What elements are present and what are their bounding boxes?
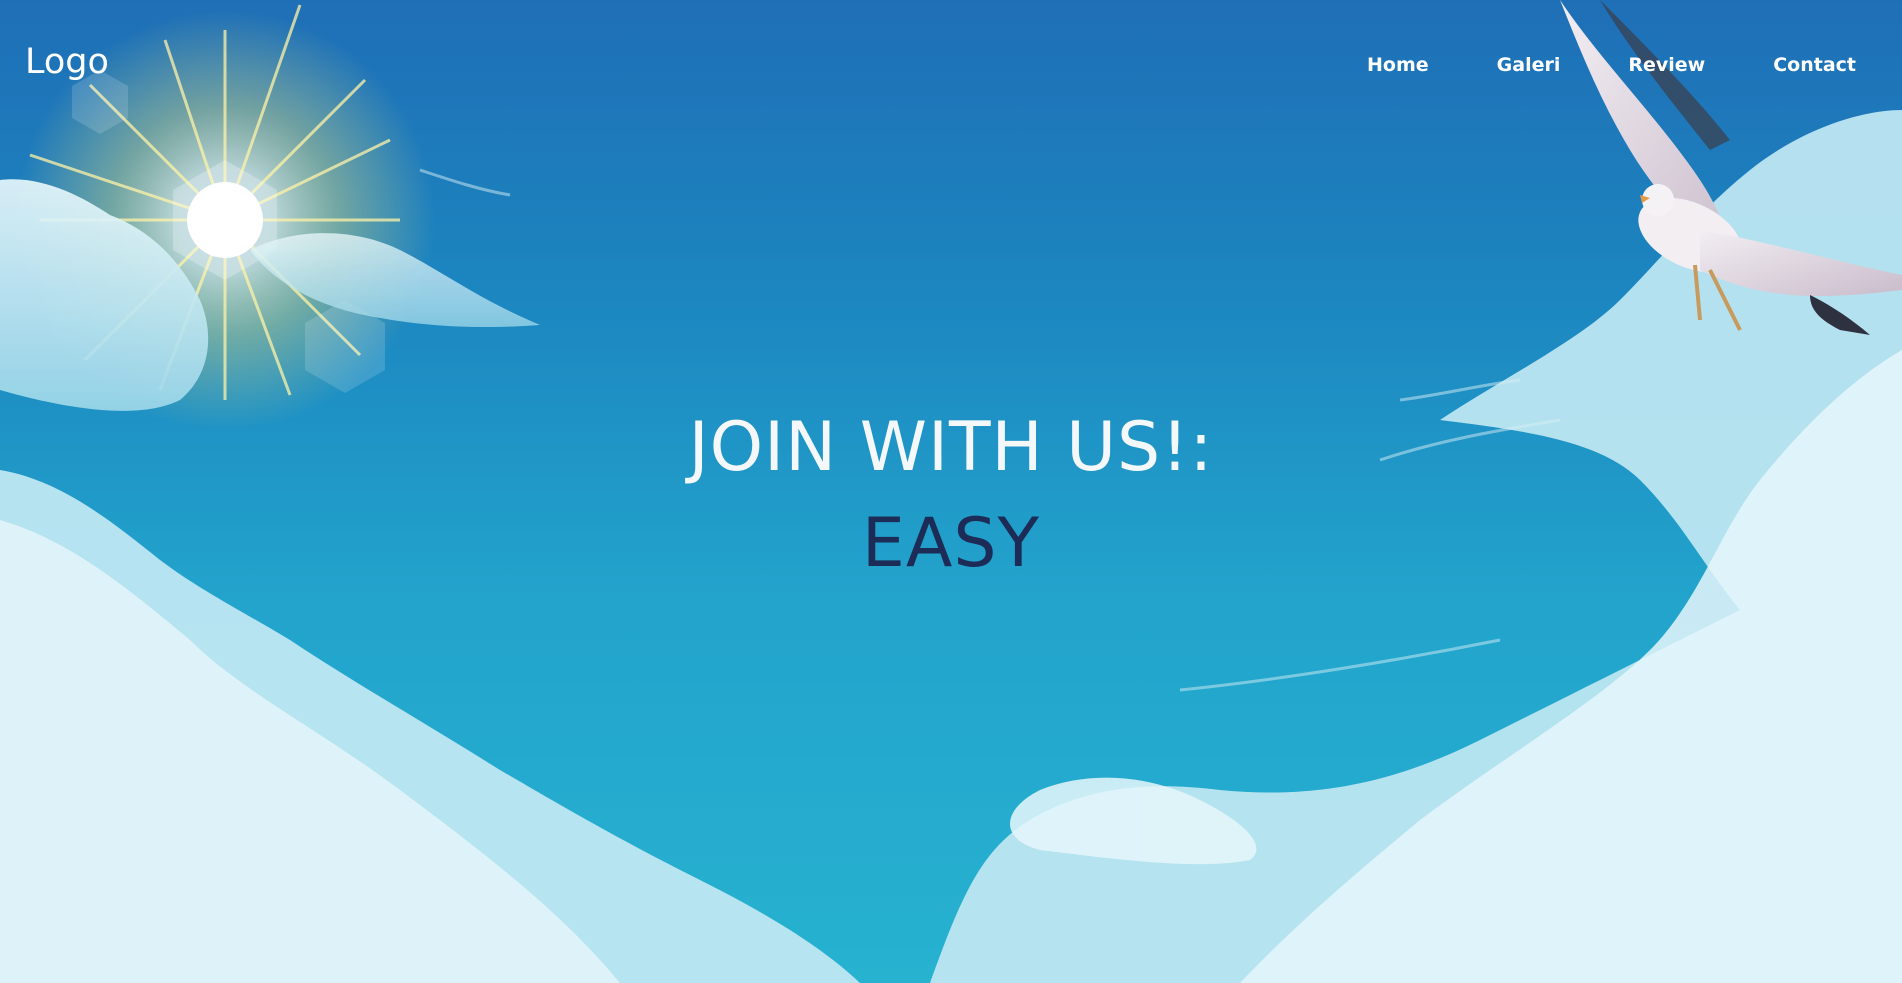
nav-item-contact: Contact <box>1773 50 1856 80</box>
nav-item-home: Home <box>1367 50 1429 80</box>
nav-link-review[interactable]: Review <box>1628 54 1705 76</box>
nav-item-galeri: Galeri <box>1497 50 1561 80</box>
nav-links: Home Galeri Review Contact <box>1367 50 1856 80</box>
nav-link-galeri[interactable]: Galeri <box>1497 54 1561 76</box>
navbar: Logo Home Galeri Review Contact <box>0 0 1902 130</box>
hero-section: JOIN WITH US!: EASY <box>0 400 1902 592</box>
hero-subtitle: EASY <box>861 504 1041 583</box>
logo[interactable]: Logo <box>25 38 109 86</box>
nav-link-home[interactable]: Home <box>1367 54 1429 76</box>
nav-item-review: Review <box>1628 50 1705 80</box>
hero-title: JOIN WITH US!: <box>688 408 1214 487</box>
nav-link-contact[interactable]: Contact <box>1773 54 1856 76</box>
